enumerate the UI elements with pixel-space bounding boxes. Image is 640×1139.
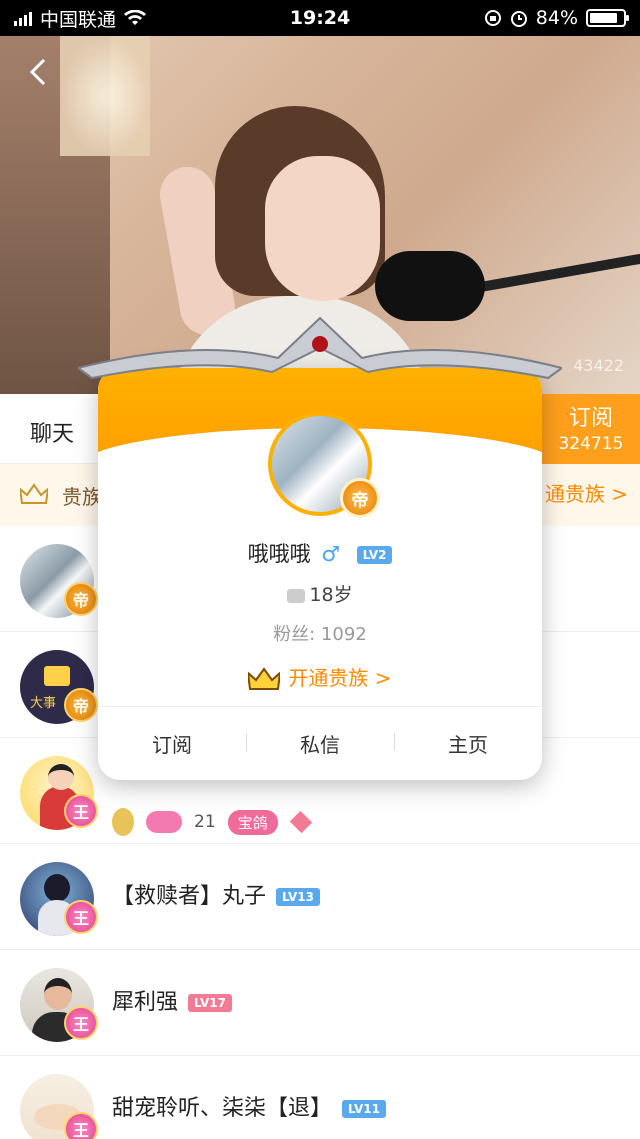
avatar-text: 大事 bbox=[30, 696, 57, 711]
popup-age: 18岁 bbox=[98, 580, 542, 607]
guard-medal-icon bbox=[112, 808, 134, 836]
open-noble-link[interactable]: 通贵族 > bbox=[545, 478, 628, 507]
emperor-badge-icon: 帝 bbox=[64, 688, 98, 722]
king-badge-icon: 王 bbox=[64, 1112, 98, 1139]
level-badge: LV17 bbox=[188, 994, 232, 1012]
wifi-icon bbox=[124, 10, 147, 25]
list-item[interactable]: 王 犀利强 LV17 bbox=[0, 950, 640, 1056]
back-arrow-icon[interactable] bbox=[22, 56, 54, 88]
viewer-name: 甜宠聆听、柒柒【退】 LV11 bbox=[112, 1090, 386, 1122]
viewer-name-text: 【救赎者】丸子 bbox=[112, 884, 267, 909]
pigeon-badge: 宝鸽 bbox=[227, 809, 278, 835]
subscribe-button[interactable]: 订阅 bbox=[98, 729, 246, 758]
viewer-name-text: 甜宠聆听、柒柒【退】 bbox=[112, 1096, 333, 1121]
status-right: 84% bbox=[484, 7, 629, 29]
open-noble-button[interactable]: 开通贵族 > bbox=[98, 662, 542, 693]
emperor-badge-icon: 帝 bbox=[340, 478, 380, 518]
battery-icon bbox=[586, 9, 629, 27]
list-item[interactable]: 王 【救赎者】丸子 LV13 bbox=[0, 844, 640, 950]
guard-count: 21 bbox=[194, 812, 216, 832]
alarm-icon bbox=[510, 11, 527, 27]
status-bar: 中国联通 19:24 84% bbox=[0, 0, 640, 36]
king-badge-icon: 王 bbox=[64, 900, 98, 934]
noble-crown-icon bbox=[20, 483, 48, 504]
emperor-badge-icon: 帝 bbox=[64, 582, 98, 616]
subscribe-button[interactable]: 订阅 324715 bbox=[542, 394, 640, 464]
viewer-name-text: 犀利强 bbox=[112, 990, 179, 1015]
king-badge-icon: 王 bbox=[64, 1006, 98, 1040]
user-badges: 21 宝鸽 bbox=[112, 808, 312, 836]
subscriber-count: 324715 bbox=[558, 434, 624, 454]
status-left: 中国联通 bbox=[14, 5, 147, 32]
list-item[interactable]: 王 甜宠聆听、柒柒【退】 LV11 bbox=[0, 1056, 640, 1139]
rotation-lock-icon bbox=[484, 10, 501, 26]
king-badge-icon: 王 bbox=[64, 794, 98, 828]
carrier-label: 中国联通 bbox=[40, 8, 117, 31]
stream-watermark: 43422 bbox=[573, 356, 624, 375]
video-background-window bbox=[60, 36, 150, 156]
open-noble-label: 开通贵族 > bbox=[288, 666, 392, 690]
viewer-name: 【救赎者】丸子 LV13 bbox=[112, 878, 320, 910]
private-message-button[interactable]: 私信 bbox=[246, 729, 394, 758]
microphone-arm bbox=[470, 252, 640, 294]
diamond-icon bbox=[289, 810, 312, 834]
popup-fans: 粉丝: 1092 bbox=[273, 624, 367, 645]
tab-chat[interactable]: 聊天 bbox=[30, 416, 74, 448]
noble-label: 贵族 bbox=[62, 484, 102, 509]
guard-badge-icon bbox=[146, 811, 182, 833]
username-text: 哦哦哦 bbox=[247, 542, 311, 566]
subscribe-label: 订阅 bbox=[568, 406, 613, 431]
user-profile-popup: 帝 哦哦哦 ♂ LV2 18岁 粉丝: 1092 开通贵族 > 订阅 私信 主页 bbox=[98, 368, 542, 780]
battery-percent: 84% bbox=[535, 7, 578, 29]
level-badge: LV13 bbox=[276, 888, 320, 906]
tv-icon bbox=[44, 666, 70, 686]
popup-actions: 订阅 私信 主页 bbox=[98, 706, 542, 780]
signal-icon bbox=[14, 10, 32, 26]
viewer-name: 犀利强 LV17 bbox=[112, 984, 232, 1016]
male-gender-icon: ♂ bbox=[321, 542, 341, 566]
level-badge: LV2 bbox=[356, 546, 393, 564]
popup-username: 哦哦哦 ♂ LV2 bbox=[98, 538, 542, 568]
homepage-button[interactable]: 主页 bbox=[394, 729, 542, 758]
age-text: 18岁 bbox=[309, 584, 353, 606]
level-badge: LV11 bbox=[342, 1100, 386, 1118]
emperor-crest-icon bbox=[78, 316, 562, 380]
crown-icon bbox=[248, 666, 281, 690]
age-tag-icon bbox=[287, 588, 306, 603]
